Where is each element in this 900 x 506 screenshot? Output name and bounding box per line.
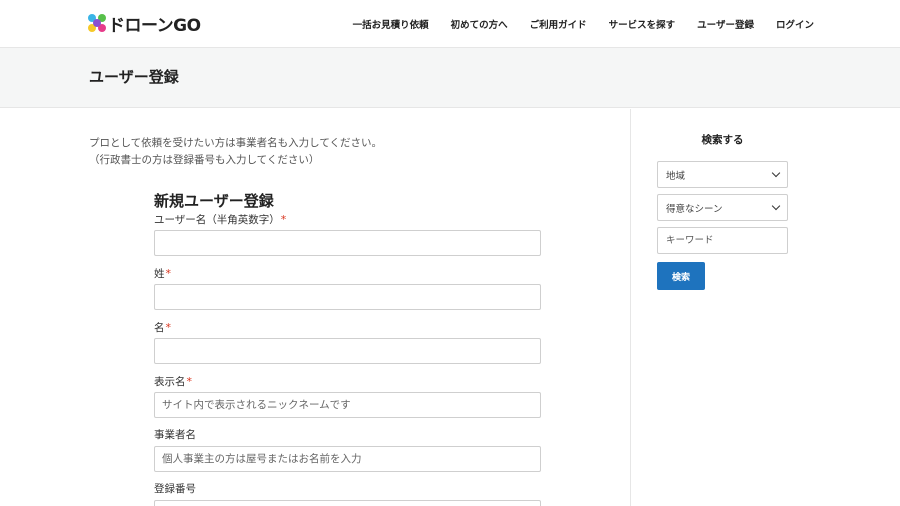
- nav-item-guide[interactable]: ご利用ガイド: [530, 17, 587, 31]
- nav-item-find-service[interactable]: サービスを探す: [609, 17, 676, 31]
- registration-number-input[interactable]: [154, 500, 541, 506]
- display-name-input[interactable]: [154, 392, 541, 418]
- search-button[interactable]: 検索: [657, 262, 705, 290]
- last-name-input[interactable]: [154, 284, 541, 310]
- business-name-label: 事業者名: [154, 429, 196, 441]
- nav-item-register[interactable]: ユーザー登録: [697, 17, 754, 31]
- first-name-input[interactable]: [154, 338, 541, 364]
- site-header: ドローンGO 一括お見積り依頼 初めての方へ ご利用ガイド サービスを探す ユー…: [0, 0, 900, 48]
- registration-form: 新規ユーザー登録 ユーザー名（半角英数字）* 姓* 名* 表示名* 事業者名 登…: [154, 190, 542, 506]
- logo-icon: [88, 14, 106, 32]
- username-label: ユーザー名（半角英数字）*: [154, 213, 287, 226]
- scene-select-value: 得意なシーン: [666, 203, 723, 215]
- required-mark: *: [186, 375, 193, 388]
- chevron-down-icon: [771, 168, 781, 178]
- display-name-label: 表示名*: [154, 375, 193, 388]
- required-mark: *: [165, 321, 172, 334]
- scene-select[interactable]: 得意なシーン: [657, 194, 788, 221]
- search-heading: 検索する: [701, 134, 744, 146]
- main-nav: 一括お見積り依頼 初めての方へ ご利用ガイド サービスを探す ユーザー登録 ログ…: [331, 0, 814, 48]
- keyword-input[interactable]: [657, 227, 788, 254]
- required-mark: *: [165, 267, 172, 280]
- intro-line-1: プロとして依頼を受けたい方は事業者名も入力してください。: [89, 137, 383, 149]
- intro-line-2: （行政書士の方は登録番号も入力してください）: [89, 154, 320, 166]
- registration-number-label: 登録番号: [154, 483, 196, 495]
- site-logo[interactable]: ドローンGO: [88, 12, 201, 36]
- required-mark: *: [280, 213, 287, 226]
- region-select[interactable]: 地域: [657, 161, 788, 188]
- logo-text: ドローンGO: [108, 15, 201, 36]
- form-title: 新規ユーザー登録: [154, 192, 274, 210]
- sidebar-divider: [630, 109, 631, 506]
- nav-item-first-time[interactable]: 初めての方へ: [451, 17, 508, 31]
- page-title: ユーザー登録: [89, 68, 179, 86]
- chevron-down-icon: [771, 201, 781, 211]
- nav-item-bulk-quote[interactable]: 一括お見積り依頼: [353, 17, 429, 31]
- page-title-band: ユーザー登録: [0, 48, 900, 108]
- intro-text: プロとして依頼を受けたい方は事業者名も入力してください。 （行政書士の方は登録番…: [89, 135, 382, 169]
- business-name-input[interactable]: [154, 446, 541, 472]
- last-name-label: 姓*: [154, 267, 172, 280]
- username-input[interactable]: [154, 230, 541, 256]
- region-select-value: 地域: [666, 170, 686, 182]
- first-name-label: 名*: [154, 321, 172, 334]
- nav-item-login[interactable]: ログイン: [776, 17, 814, 31]
